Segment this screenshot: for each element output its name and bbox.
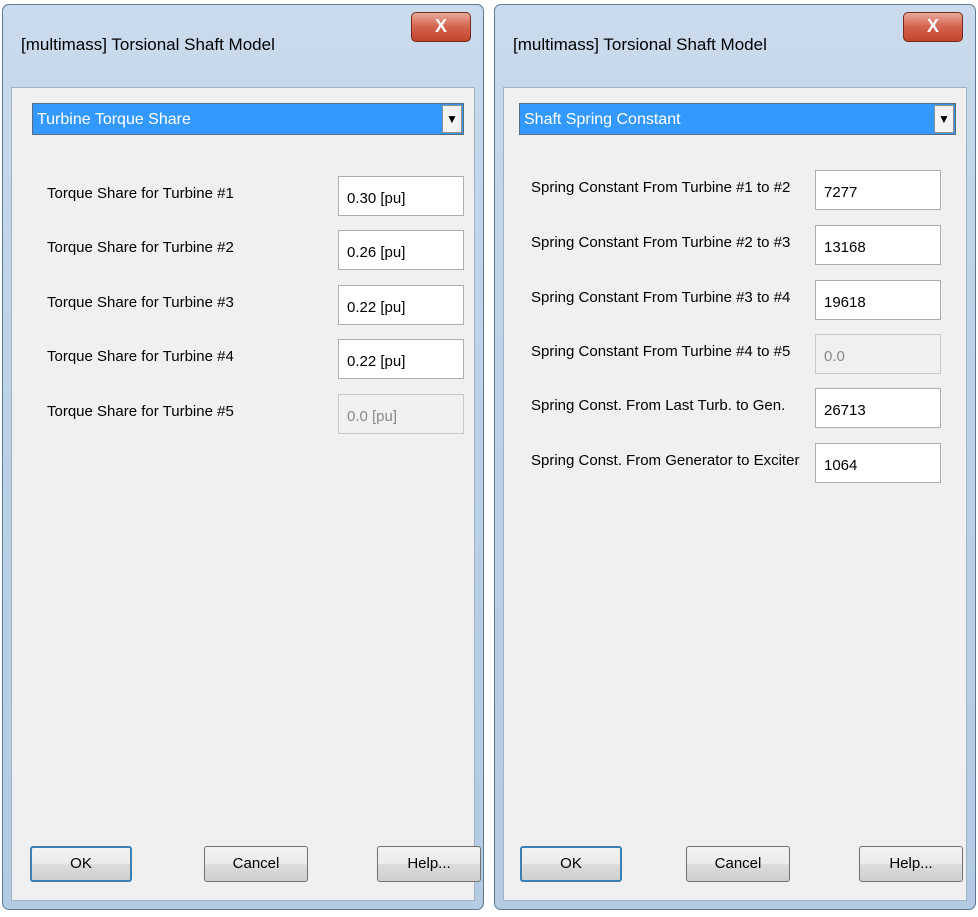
torque-share-dialog: [multimass] Torsional Shaft Model X Turb… bbox=[2, 4, 484, 910]
parameter-label: Spring Constant From Turbine #3 to #4 bbox=[531, 289, 791, 306]
parameter-label: Spring Constant From Turbine #2 to #3 bbox=[531, 234, 791, 251]
parameter-row: Spring Const. From Last Turb. to Gen. 26… bbox=[504, 388, 966, 428]
parameter-input[interactable]: 0.22 [pu] bbox=[338, 339, 464, 379]
category-select-value: Turbine Torque Share bbox=[37, 111, 191, 128]
parameter-label: Torque Share for Turbine #5 bbox=[47, 403, 234, 420]
title-bar[interactable]: [multimass] Torsional Shaft Model X bbox=[495, 5, 975, 87]
ok-button[interactable]: OK bbox=[30, 846, 132, 882]
ok-button[interactable]: OK bbox=[520, 846, 622, 882]
parameter-input-disabled: 0.0 [pu] bbox=[338, 394, 464, 434]
category-select-value: Shaft Spring Constant bbox=[524, 111, 681, 128]
parameter-row: Spring Constant From Turbine #3 to #4 19… bbox=[504, 280, 966, 320]
parameter-label: Torque Share for Turbine #2 bbox=[47, 239, 234, 256]
close-icon: X bbox=[926, 16, 939, 36]
parameter-row: Torque Share for Turbine #5 0.0 [pu] bbox=[12, 394, 474, 434]
parameter-row: Spring Constant From Turbine #2 to #3 13… bbox=[504, 225, 966, 265]
parameter-input[interactable]: 19618 bbox=[815, 280, 941, 320]
cancel-button[interactable]: Cancel bbox=[686, 846, 790, 882]
spring-constant-dialog: [multimass] Torsional Shaft Model X Shaf… bbox=[494, 4, 976, 910]
parameter-label: Spring Constant From Turbine #1 to #2 bbox=[531, 179, 791, 196]
chevron-down-icon[interactable]: ▼ bbox=[934, 105, 954, 133]
chevron-down-icon[interactable]: ▼ bbox=[442, 105, 462, 133]
close-button[interactable]: X bbox=[903, 12, 963, 42]
parameter-input[interactable]: 0.26 [pu] bbox=[338, 230, 464, 270]
parameter-row: Spring Const. From Generator to Exciter … bbox=[504, 443, 966, 483]
help-button[interactable]: Help... bbox=[859, 846, 963, 882]
close-button[interactable]: X bbox=[411, 12, 471, 42]
parameter-input[interactable]: 1064 bbox=[815, 443, 941, 483]
parameter-input[interactable]: 0.30 [pu] bbox=[338, 176, 464, 216]
parameter-label: Torque Share for Turbine #3 bbox=[47, 294, 234, 311]
parameter-label: Spring Const. From Last Turb. to Gen. bbox=[531, 397, 786, 414]
parameter-row: Spring Constant From Turbine #4 to #5 0.… bbox=[504, 334, 966, 374]
parameter-label: Torque Share for Turbine #4 bbox=[47, 348, 234, 365]
parameter-input[interactable]: 26713 bbox=[815, 388, 941, 428]
parameter-label: Spring Constant From Turbine #4 to #5 bbox=[531, 343, 791, 360]
category-select[interactable]: Turbine Torque Share ▼ bbox=[32, 103, 464, 135]
parameter-row: Torque Share for Turbine #3 0.22 [pu] bbox=[12, 285, 474, 325]
parameter-row: Torque Share for Turbine #2 0.26 [pu] bbox=[12, 230, 474, 270]
parameter-row: Torque Share for Turbine #1 0.30 [pu] bbox=[12, 176, 474, 216]
parameter-label: Spring Const. From Generator to Exciter bbox=[531, 452, 800, 469]
category-select[interactable]: Shaft Spring Constant ▼ bbox=[519, 103, 956, 135]
parameter-input[interactable]: 7277 bbox=[815, 170, 941, 210]
cancel-button[interactable]: Cancel bbox=[204, 846, 308, 882]
parameter-input[interactable]: 0.22 [pu] bbox=[338, 285, 464, 325]
parameter-input-disabled: 0.0 bbox=[815, 334, 941, 374]
window-title: [multimass] Torsional Shaft Model bbox=[513, 35, 767, 54]
dialog-client-area: Shaft Spring Constant ▼ Spring Constant … bbox=[503, 87, 967, 901]
title-bar[interactable]: [multimass] Torsional Shaft Model X bbox=[3, 5, 483, 87]
parameter-label: Torque Share for Turbine #1 bbox=[47, 185, 234, 202]
help-button[interactable]: Help... bbox=[377, 846, 481, 882]
close-icon: X bbox=[434, 16, 447, 36]
parameter-input[interactable]: 13168 bbox=[815, 225, 941, 265]
dialog-client-area: Turbine Torque Share ▼ Torque Share for … bbox=[11, 87, 481, 901]
parameter-row: Spring Constant From Turbine #1 to #2 72… bbox=[504, 170, 966, 210]
parameter-row: Torque Share for Turbine #4 0.22 [pu] bbox=[12, 339, 474, 379]
window-title: [multimass] Torsional Shaft Model bbox=[21, 35, 275, 54]
